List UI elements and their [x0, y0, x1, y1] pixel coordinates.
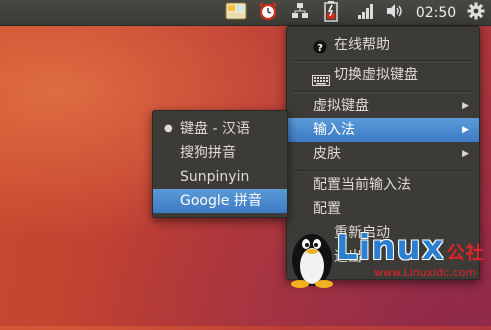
session-tray[interactable]	[463, 0, 489, 25]
watermark-brand-text: Linux	[336, 228, 445, 268]
submenu-arrow-icon: ▶	[462, 149, 469, 159]
watermark-brand: Linux 公社	[336, 228, 485, 268]
submenu-item-label: 搜狗拼音	[180, 145, 236, 161]
menu-item-label: 虚拟键盘	[313, 98, 369, 114]
svg-text:?: ?	[317, 43, 323, 54]
submenu-item-label: Google 拼音	[180, 193, 262, 209]
linuxidc-watermark: Linux 公社 www.Linuxidc.com	[286, 224, 491, 326]
signal-tray[interactable]	[355, 0, 377, 25]
volume-tray[interactable]	[383, 0, 407, 25]
menu-separator	[293, 170, 473, 172]
menu-item-label: 配置	[313, 201, 341, 217]
submenu-item-sunpinyin[interactable]: Sunpinyin	[153, 165, 287, 189]
input-method-submenu: ● 键盘 - 汉语 搜狗拼音 Sunpinyin Google 拼音	[152, 110, 288, 218]
submenu-item-label: 键盘 - 汉语	[180, 121, 250, 137]
clock-tray[interactable]: 02:50	[413, 0, 459, 25]
menu-item-toggle-virtual-keyboard[interactable]: 切换虚拟键盘	[287, 63, 479, 87]
network-tray[interactable]	[289, 0, 311, 25]
menu-item-label: 皮肤	[313, 146, 341, 162]
tux-penguin-icon	[291, 234, 333, 288]
menu-item-label: 输入法	[313, 122, 355, 138]
menu-item-skin[interactable]: 皮肤 ▶	[287, 142, 479, 166]
alarm-clock-tray[interactable]	[256, 0, 280, 25]
gear-icon	[467, 2, 485, 24]
menu-item-online-help[interactable]: ? 在线帮助	[287, 33, 479, 57]
volume-icon	[385, 3, 405, 23]
watermark-suffix: 公社	[446, 243, 485, 264]
submenu-arrow-icon: ▶	[462, 101, 469, 111]
menu-separator	[293, 91, 473, 93]
menu-item-input-method[interactable]: 输入法 ▶	[287, 118, 479, 142]
clock-label: 02:50	[415, 4, 457, 21]
signal-icon	[357, 3, 375, 23]
battery-icon	[324, 0, 338, 26]
menu-item-configure[interactable]: 配置	[287, 197, 479, 221]
submenu-item-sogou-pinyin[interactable]: 搜狗拼音	[153, 141, 287, 165]
menu-item-label: 切换虚拟键盘	[334, 67, 418, 83]
radio-selected-icon: ●	[164, 123, 173, 134]
submenu-item-label: Sunpinyin	[180, 169, 250, 185]
input-method-tray[interactable]	[223, 0, 249, 25]
submenu-arrow-icon: ▶	[462, 125, 469, 135]
menu-item-virtual-keyboard[interactable]: 虚拟键盘 ▶	[287, 94, 479, 118]
alarm-clock-icon	[258, 1, 278, 25]
watermark-url: www.Linuxidc.com	[374, 266, 477, 279]
network-icon	[291, 2, 309, 24]
submenu-item-keyboard-chinese[interactable]: ● 键盘 - 汉语	[153, 117, 287, 141]
menu-item-label: 配置当前输入法	[313, 177, 411, 193]
menu-item-configure-current-im[interactable]: 配置当前输入法	[287, 173, 479, 197]
submenu-item-google-pinyin[interactable]: Google 拼音	[153, 189, 287, 213]
top-panel: 02:50	[0, 0, 491, 26]
input-method-icon	[225, 2, 247, 24]
battery-tray[interactable]	[320, 0, 342, 25]
menu-separator	[293, 60, 473, 62]
help-icon: ?	[313, 38, 327, 62]
menu-item-label: 在线帮助	[334, 37, 390, 53]
